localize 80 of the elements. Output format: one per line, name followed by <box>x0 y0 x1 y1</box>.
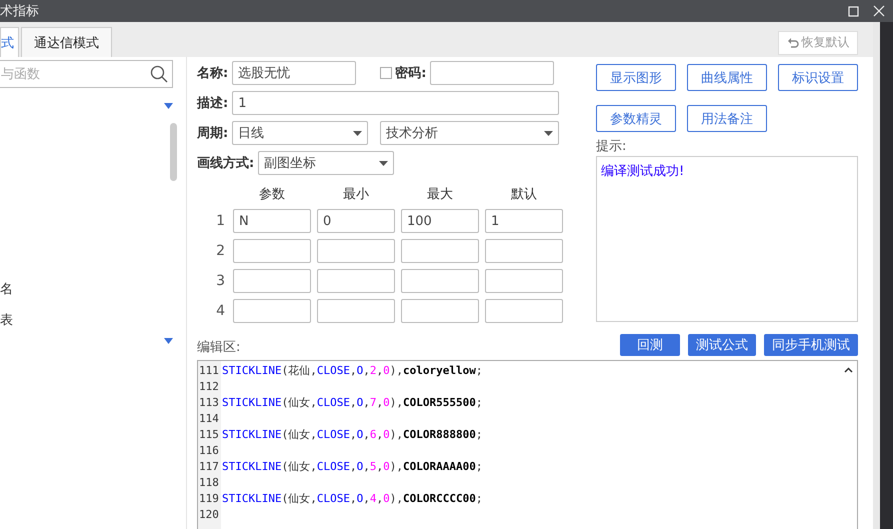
dropdown-arrow-icon[interactable] <box>164 103 173 109</box>
caret-icon <box>379 160 388 166</box>
editor-button[interactable]: 同步手机测试 <box>764 334 858 356</box>
param-field[interactable] <box>485 239 563 263</box>
editor-button[interactable]: 测试公式 <box>688 334 756 356</box>
param-field[interactable] <box>317 239 395 263</box>
dropdown-arrow-icon[interactable] <box>164 338 173 344</box>
close-icon[interactable] <box>873 5 885 17</box>
hint-message: 编译测试成功! <box>601 164 684 179</box>
field-label: 密码: <box>395 64 426 82</box>
param-field[interactable] <box>401 239 479 263</box>
scrollbar[interactable] <box>170 123 177 181</box>
field-label: 画线方式: <box>197 154 254 172</box>
description-field[interactable]: 1 <box>232 91 560 115</box>
action-button[interactable]: 显示图形 <box>596 64 676 91</box>
search-field[interactable]: 与函数 <box>0 60 173 88</box>
code-line: STICKLINE(仙女,CLOSE,O,7,0),COLOR555500; <box>222 396 482 409</box>
name-field[interactable]: 选股无忧 <box>232 61 356 85</box>
param-field[interactable]: 100 <box>401 209 479 233</box>
hint-label: 提示: <box>596 138 628 155</box>
tree-item[interactable]: 名 <box>0 280 13 298</box>
param-field[interactable]: 0 <box>317 209 395 233</box>
code-editor[interactable] <box>197 360 858 529</box>
line-number: 116 <box>198 443 220 459</box>
line-number: 111 <box>198 363 220 379</box>
caret-icon <box>353 130 362 136</box>
line-number: 118 <box>198 475 220 491</box>
action-button[interactable]: 参数精灵 <box>596 105 676 132</box>
column-header: 默认 <box>510 186 538 203</box>
line-number: 112 <box>198 379 220 395</box>
line-number: 115 <box>198 427 220 443</box>
row-number: 4 <box>215 303 226 319</box>
password-checkbox[interactable] <box>380 67 392 79</box>
undo-icon <box>786 36 798 48</box>
param-field[interactable] <box>317 269 395 293</box>
action-button[interactable]: 曲线属性 <box>687 64 767 91</box>
param-field[interactable]: 1 <box>485 209 563 233</box>
draw-mode-dropdown[interactable]: 副图坐标 <box>258 151 394 175</box>
param-field[interactable] <box>485 299 563 323</box>
param-field[interactable] <box>233 299 311 323</box>
field-label: 周期: <box>197 125 228 142</box>
period-dropdown[interactable]: 日线 <box>232 121 368 145</box>
line-number: 119 <box>198 491 220 507</box>
param-field[interactable] <box>485 269 563 293</box>
scroll-up-icon[interactable] <box>844 367 853 373</box>
row-number: 1 <box>215 213 226 229</box>
code-line: STICKLINE(仙女,CLOSE,O,5,0),COLORAAAA00; <box>222 460 482 473</box>
caret-icon <box>544 130 554 136</box>
category-dropdown[interactable]: 技术分析 <box>380 121 560 145</box>
editor-label: 编辑区: <box>197 339 240 356</box>
column-header: 最大 <box>426 186 454 203</box>
param-field[interactable] <box>401 299 479 323</box>
param-field[interactable]: N <box>233 209 311 233</box>
code-line: STICKLINE(花仙,CLOSE,O,2,0),coloryellow; <box>222 364 482 377</box>
action-button[interactable]: 用法备注 <box>687 105 767 132</box>
param-field[interactable] <box>401 269 479 293</box>
password-field[interactable] <box>430 61 554 85</box>
field-label: 名称: <box>197 65 228 82</box>
line-number: 117 <box>198 459 220 475</box>
row-number: 3 <box>215 273 226 289</box>
tree-item[interactable]: 表 <box>0 311 13 329</box>
line-number: 120 <box>198 507 220 523</box>
editor-button[interactable]: 回测 <box>620 334 680 356</box>
column-header: 最小 <box>342 186 370 203</box>
code-line: STICKLINE(仙女,CLOSE,O,4,0),COLORCCCC00; <box>222 492 482 505</box>
maximize-icon[interactable] <box>848 6 859 16</box>
window-title: 术指标 <box>0 3 39 20</box>
action-button[interactable]: 标识设置 <box>778 64 858 91</box>
column-header: 参数 <box>258 186 286 203</box>
code-line: STICKLINE(仙女,CLOSE,O,6,0),COLOR888800; <box>222 428 482 441</box>
row-number: 2 <box>215 243 226 259</box>
tab[interactable]: 式 <box>0 27 19 57</box>
param-field[interactable] <box>233 269 311 293</box>
field-label: 描述: <box>197 95 228 112</box>
search-icon[interactable] <box>150 65 168 83</box>
param-field[interactable] <box>317 299 395 323</box>
line-number: 114 <box>198 411 220 427</box>
line-number: 113 <box>198 395 220 411</box>
param-field[interactable] <box>233 239 311 263</box>
tab[interactable]: 通达信模式 <box>21 27 112 57</box>
